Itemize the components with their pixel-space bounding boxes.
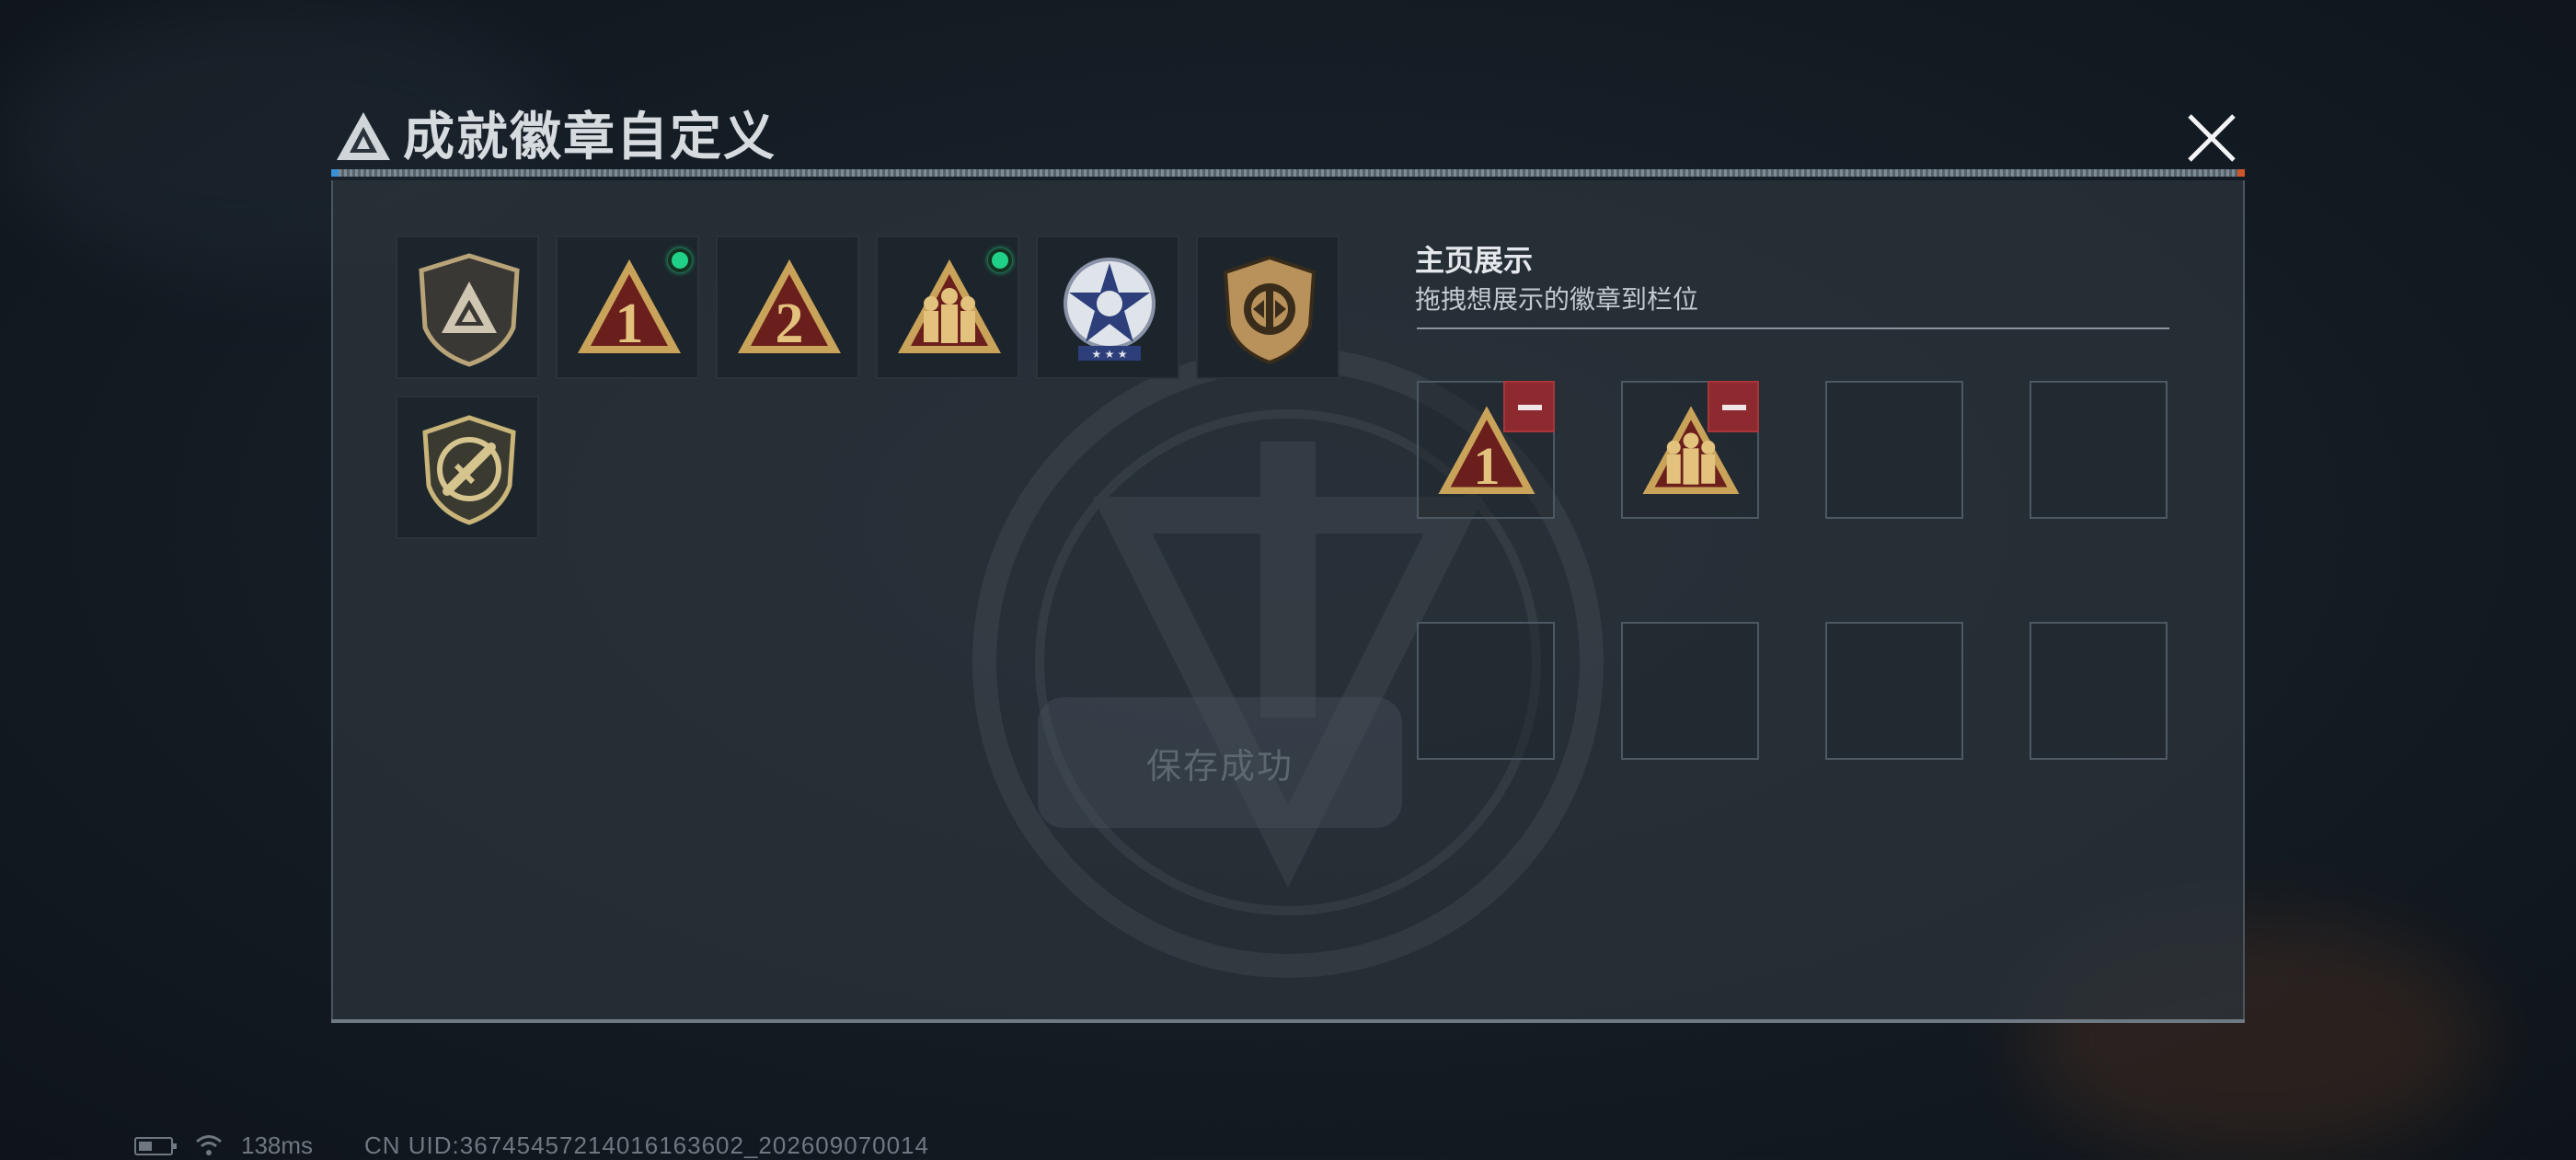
ping-text: 138ms bbox=[241, 1131, 314, 1159]
remove-badge-button[interactable] bbox=[1503, 381, 1555, 432]
uid-text: CN UID:36745457214016163602_202609070014 bbox=[364, 1131, 929, 1159]
save-success-toast: 保存成功 bbox=[1038, 697, 1402, 828]
showcase-divider bbox=[1417, 327, 2169, 329]
showcase-slot-2[interactable] bbox=[1621, 381, 1759, 519]
dialog-header: 成就徽章自定义 bbox=[331, 99, 2245, 177]
slot-1-badge-label: 1 bbox=[1473, 436, 1500, 496]
game-logo-icon bbox=[337, 112, 390, 160]
toast-text: 保存成功 bbox=[1145, 747, 1294, 787]
badge-squad[interactable] bbox=[876, 235, 1019, 379]
close-button[interactable] bbox=[2180, 107, 2243, 169]
showcase-title: 主页展示 bbox=[1415, 244, 1534, 277]
rank-1-label: 1 bbox=[615, 293, 644, 355]
showcase-slot-1[interactable]: 1 bbox=[1417, 381, 1555, 519]
showcase-slot-7[interactable] bbox=[1825, 622, 1963, 760]
svg-text:★ ★ ★: ★ ★ ★ bbox=[1092, 348, 1128, 361]
rank-2-badge-icon: 2 bbox=[738, 259, 841, 355]
title-divider bbox=[331, 169, 2245, 177]
badge-rank-2[interactable]: 2 bbox=[716, 235, 859, 379]
new-indicator-dot bbox=[668, 248, 692, 272]
remove-badge-button[interactable] bbox=[1708, 381, 1759, 432]
showcase-slot-3[interactable] bbox=[1825, 381, 1963, 519]
star-medal-badge-icon: ★ ★ ★ bbox=[1064, 258, 1156, 361]
bronze-shield-badge-icon bbox=[1223, 255, 1317, 365]
knife-shield-badge-icon bbox=[422, 415, 516, 525]
badge-bronze-shield[interactable] bbox=[1196, 235, 1340, 379]
badge-rank-1[interactable]: 1 bbox=[556, 235, 699, 379]
showcase-slot-8[interactable] bbox=[2030, 622, 2168, 760]
rank-2-label: 2 bbox=[776, 293, 804, 355]
page-title: 成就徽章自定义 bbox=[403, 108, 776, 166]
showcase-slot-4[interactable] bbox=[2030, 381, 2168, 519]
panel-bottom-border bbox=[331, 1019, 2245, 1023]
badge-knife-shield[interactable] bbox=[396, 396, 539, 539]
showcase-slot-6[interactable] bbox=[1621, 622, 1759, 760]
badge-star-medal[interactable]: ★ ★ ★ bbox=[1036, 235, 1179, 379]
showcase-slot-5[interactable] bbox=[1417, 622, 1555, 760]
wifi-icon bbox=[196, 1135, 222, 1155]
tri-shield-badge-icon bbox=[419, 253, 520, 367]
battery-icon bbox=[134, 1137, 177, 1155]
badge-tri-shield[interactable] bbox=[396, 235, 539, 379]
new-indicator-dot bbox=[988, 248, 1012, 272]
close-icon bbox=[2188, 114, 2236, 162]
showcase-subtitle: 拖拽想展示的徽章到栏位 bbox=[1415, 285, 1699, 314]
